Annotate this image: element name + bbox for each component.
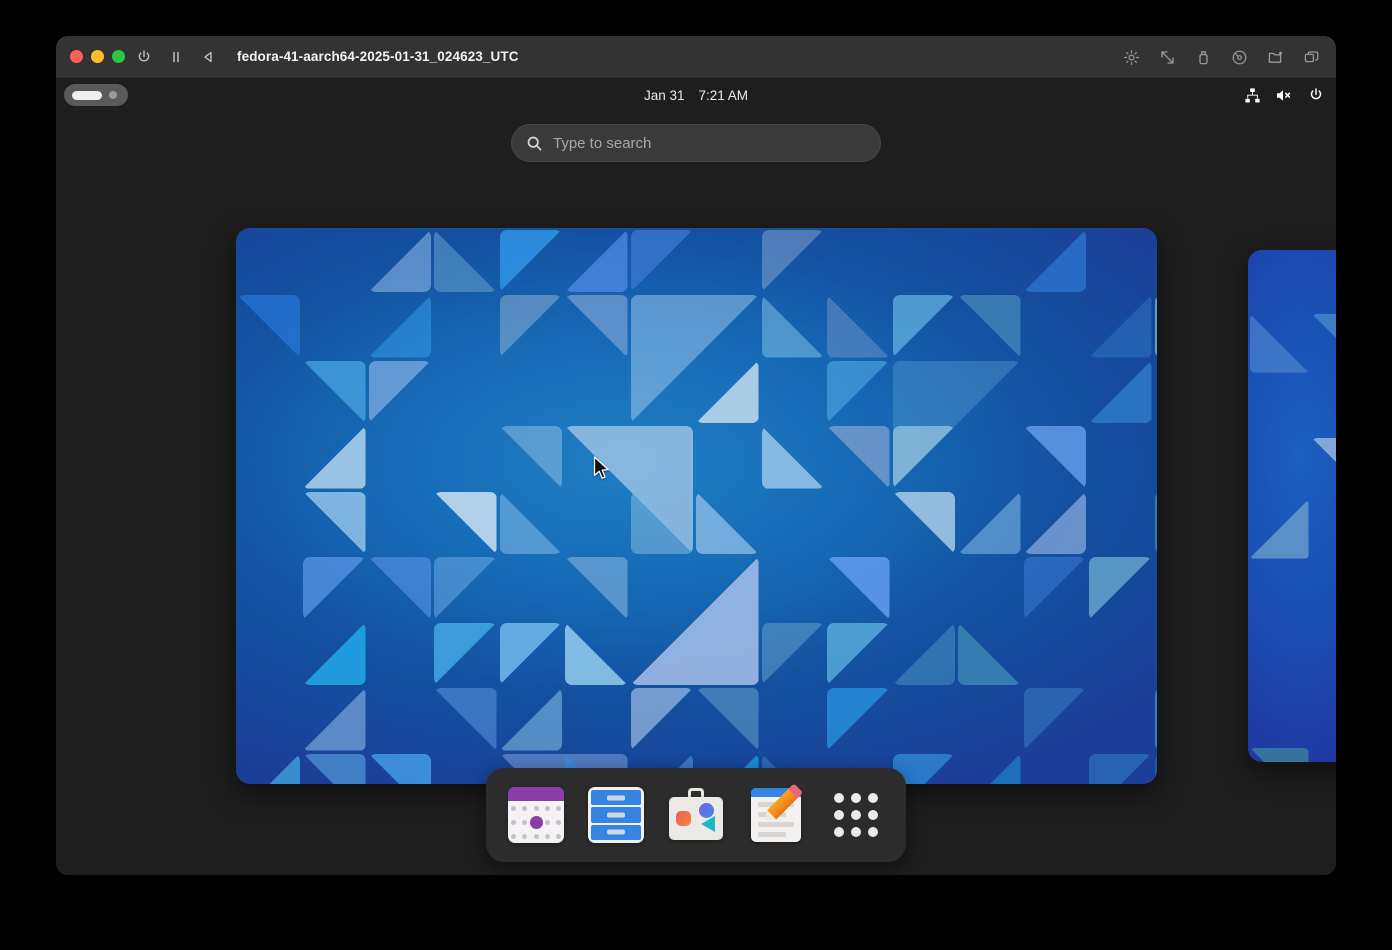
gnome-overview: Jan 31 7:21 AM Type to search xyxy=(56,78,1336,875)
windows-icon[interactable] xyxy=(1298,44,1324,70)
search-icon xyxy=(526,135,543,152)
dock-item-files[interactable] xyxy=(586,785,646,845)
vm-title: fedora-41-aarch64-2025-01-31_024623_UTC xyxy=(237,49,519,64)
workspace-indicator-dot[interactable] xyxy=(109,91,117,99)
workspace-thumbnail-next[interactable] xyxy=(1248,250,1336,762)
search-placeholder: Type to search xyxy=(553,134,652,152)
status-area xyxy=(1242,78,1326,112)
power-icon[interactable] xyxy=(1306,85,1326,105)
close-button[interactable] xyxy=(70,50,83,63)
files-icon xyxy=(588,787,644,843)
vm-window: fedora-41-aarch64-2025-01-31_024623_UTC xyxy=(56,36,1336,875)
search-input[interactable]: Type to search xyxy=(511,124,881,162)
workspace-indicator-active[interactable] xyxy=(72,90,102,100)
network-wired-icon[interactable] xyxy=(1242,85,1262,105)
pause-icon[interactable] xyxy=(163,44,189,70)
clock: Jan 31 7:21 AM xyxy=(56,78,1336,112)
wallpaper-pattern-next xyxy=(1248,250,1336,762)
search-area: Type to search xyxy=(56,124,1336,162)
calendar-icon xyxy=(508,787,564,843)
gnome-topbar: Jan 31 7:21 AM xyxy=(56,78,1336,112)
back-icon[interactable] xyxy=(195,44,221,70)
minimize-button[interactable] xyxy=(91,50,104,63)
power-icon[interactable] xyxy=(131,44,157,70)
clock-time[interactable]: 7:21 AM xyxy=(699,88,749,103)
brightness-icon[interactable] xyxy=(1118,44,1144,70)
clock-date[interactable]: Jan 31 xyxy=(644,88,685,103)
dock xyxy=(486,768,906,862)
grid-icon xyxy=(828,787,884,843)
zoom-button[interactable] xyxy=(112,50,125,63)
workspace-thumbnail-active[interactable] xyxy=(236,228,1157,784)
dock-item-text-editor[interactable] xyxy=(746,783,806,845)
volume-muted-icon[interactable] xyxy=(1274,85,1294,105)
vm-titlebar: fedora-41-aarch64-2025-01-31_024623_UTC xyxy=(56,36,1336,78)
vm-titlebar-controls xyxy=(1118,36,1324,78)
dock-item-calendar[interactable] xyxy=(506,785,566,845)
shared-folder-icon[interactable] xyxy=(1262,44,1288,70)
workspace-indicator[interactable] xyxy=(64,84,128,106)
wallpaper-pattern xyxy=(236,228,1157,784)
resize-icon[interactable] xyxy=(1154,44,1180,70)
dock-item-show-apps[interactable] xyxy=(826,785,886,845)
workspace-thumbnails xyxy=(56,228,1336,784)
software-icon xyxy=(668,787,724,843)
text-editor-icon xyxy=(748,783,804,843)
dock-item-software[interactable] xyxy=(666,785,726,845)
traffic-light-group xyxy=(70,50,125,63)
usb-icon[interactable] xyxy=(1190,44,1216,70)
disc-icon[interactable] xyxy=(1226,44,1252,70)
